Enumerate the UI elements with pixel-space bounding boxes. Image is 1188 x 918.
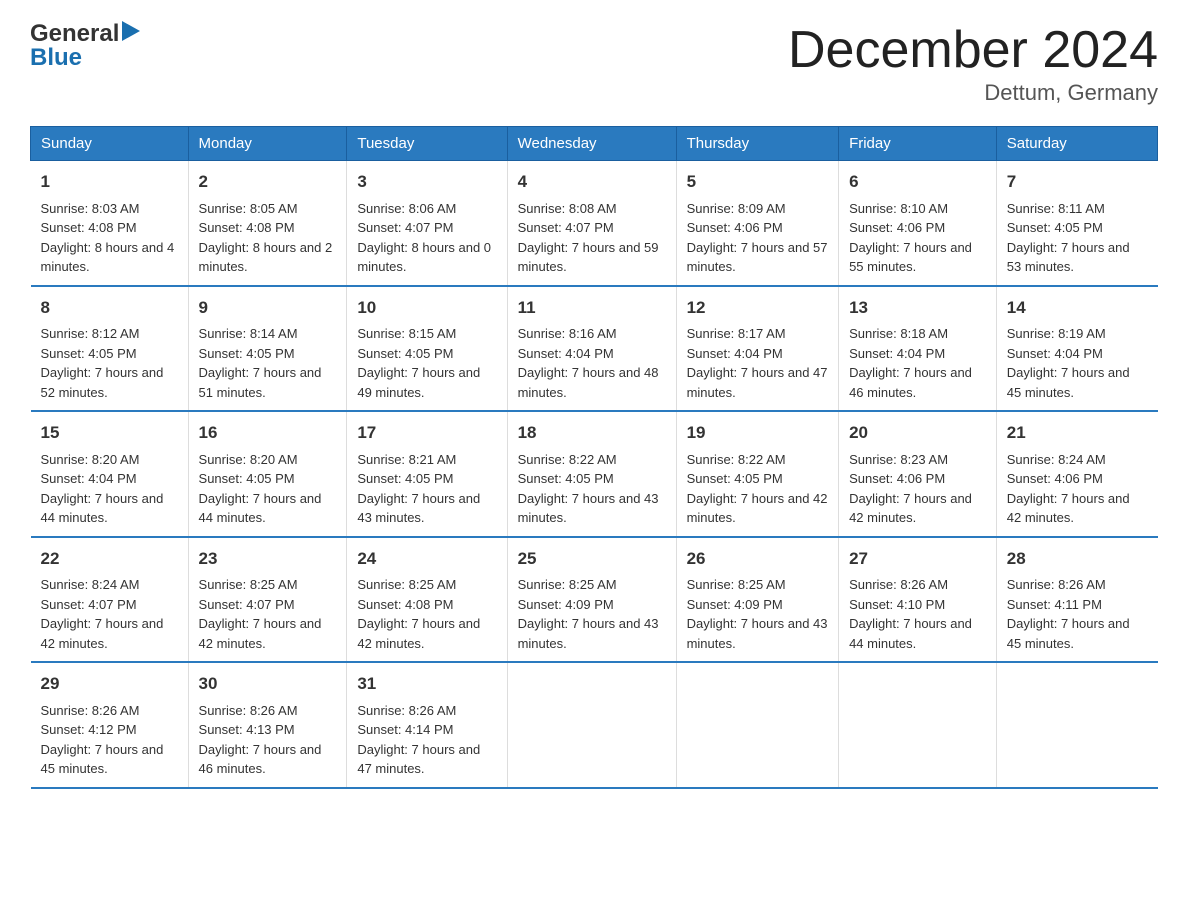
calendar-cell: 7Sunrise: 8:11 AMSunset: 4:05 PMDaylight… [996,161,1157,286]
calendar-cell: 19Sunrise: 8:22 AMSunset: 4:05 PMDayligh… [676,411,838,537]
day-number: 19 [687,420,828,446]
calendar-cell: 2Sunrise: 8:05 AMSunset: 4:08 PMDaylight… [188,161,347,286]
day-number: 18 [518,420,666,446]
calendar-week-row: 1Sunrise: 8:03 AMSunset: 4:08 PMDaylight… [31,161,1158,286]
calendar-cell [996,662,1157,788]
day-number: 25 [518,546,666,572]
day-number: 26 [687,546,828,572]
day-number: 22 [41,546,178,572]
calendar-cell: 23Sunrise: 8:25 AMSunset: 4:07 PMDayligh… [188,537,347,663]
col-saturday: Saturday [996,127,1157,161]
day-number: 21 [1007,420,1148,446]
day-number: 23 [199,546,337,572]
calendar-cell: 27Sunrise: 8:26 AMSunset: 4:10 PMDayligh… [839,537,997,663]
day-number: 9 [199,295,337,321]
calendar-cell: 24Sunrise: 8:25 AMSunset: 4:08 PMDayligh… [347,537,507,663]
calendar-cell: 15Sunrise: 8:20 AMSunset: 4:04 PMDayligh… [31,411,189,537]
calendar-cell: 20Sunrise: 8:23 AMSunset: 4:06 PMDayligh… [839,411,997,537]
header-row: Sunday Monday Tuesday Wednesday Thursday… [31,127,1158,161]
calendar-table: Sunday Monday Tuesday Wednesday Thursday… [30,126,1158,789]
day-number: 4 [518,169,666,195]
day-number: 28 [1007,546,1148,572]
day-number: 29 [41,671,178,697]
day-number: 2 [199,169,337,195]
calendar-week-row: 22Sunrise: 8:24 AMSunset: 4:07 PMDayligh… [31,537,1158,663]
calendar-title: December 2024 [788,20,1158,80]
calendar-cell: 11Sunrise: 8:16 AMSunset: 4:04 PMDayligh… [507,286,676,412]
calendar-cell: 22Sunrise: 8:24 AMSunset: 4:07 PMDayligh… [31,537,189,663]
calendar-cell: 14Sunrise: 8:19 AMSunset: 4:04 PMDayligh… [996,286,1157,412]
logo-blue-text: Blue [30,44,82,72]
calendar-cell: 12Sunrise: 8:17 AMSunset: 4:04 PMDayligh… [676,286,838,412]
calendar-cell: 21Sunrise: 8:24 AMSunset: 4:06 PMDayligh… [996,411,1157,537]
calendar-cell [507,662,676,788]
calendar-cell: 29Sunrise: 8:26 AMSunset: 4:12 PMDayligh… [31,662,189,788]
calendar-cell: 26Sunrise: 8:25 AMSunset: 4:09 PMDayligh… [676,537,838,663]
calendar-cell: 10Sunrise: 8:15 AMSunset: 4:05 PMDayligh… [347,286,507,412]
col-thursday: Thursday [676,127,838,161]
day-number: 12 [687,295,828,321]
calendar-cell: 1Sunrise: 8:03 AMSunset: 4:08 PMDaylight… [31,161,189,286]
day-number: 17 [357,420,496,446]
day-number: 30 [199,671,337,697]
calendar-cell [676,662,838,788]
day-number: 3 [357,169,496,195]
title-block: December 2024 Dettum, Germany [788,20,1158,106]
calendar-week-row: 8Sunrise: 8:12 AMSunset: 4:05 PMDaylight… [31,286,1158,412]
day-number: 6 [849,169,986,195]
day-number: 31 [357,671,496,697]
day-number: 24 [357,546,496,572]
day-number: 1 [41,169,178,195]
calendar-week-row: 29Sunrise: 8:26 AMSunset: 4:12 PMDayligh… [31,662,1158,788]
day-number: 27 [849,546,986,572]
calendar-cell: 30Sunrise: 8:26 AMSunset: 4:13 PMDayligh… [188,662,347,788]
day-number: 20 [849,420,986,446]
col-monday: Monday [188,127,347,161]
calendar-week-row: 15Sunrise: 8:20 AMSunset: 4:04 PMDayligh… [31,411,1158,537]
col-wednesday: Wednesday [507,127,676,161]
day-number: 11 [518,295,666,321]
calendar-cell: 17Sunrise: 8:21 AMSunset: 4:05 PMDayligh… [347,411,507,537]
calendar-cell: 18Sunrise: 8:22 AMSunset: 4:05 PMDayligh… [507,411,676,537]
calendar-cell: 16Sunrise: 8:20 AMSunset: 4:05 PMDayligh… [188,411,347,537]
day-number: 15 [41,420,178,446]
day-number: 16 [199,420,337,446]
day-number: 8 [41,295,178,321]
calendar-cell: 3Sunrise: 8:06 AMSunset: 4:07 PMDaylight… [347,161,507,286]
col-friday: Friday [839,127,997,161]
calendar-cell: 25Sunrise: 8:25 AMSunset: 4:09 PMDayligh… [507,537,676,663]
day-number: 14 [1007,295,1148,321]
calendar-cell [839,662,997,788]
calendar-cell: 28Sunrise: 8:26 AMSunset: 4:11 PMDayligh… [996,537,1157,663]
calendar-cell: 5Sunrise: 8:09 AMSunset: 4:06 PMDaylight… [676,161,838,286]
calendar-cell: 8Sunrise: 8:12 AMSunset: 4:05 PMDaylight… [31,286,189,412]
logo: General Blue [30,20,140,72]
calendar-cell: 6Sunrise: 8:10 AMSunset: 4:06 PMDaylight… [839,161,997,286]
col-tuesday: Tuesday [347,127,507,161]
col-sunday: Sunday [31,127,189,161]
day-number: 5 [687,169,828,195]
day-number: 7 [1007,169,1148,195]
calendar-cell: 13Sunrise: 8:18 AMSunset: 4:04 PMDayligh… [839,286,997,412]
logo-arrow-icon [122,21,140,47]
page-header: General Blue December 2024 Dettum, Germa… [30,20,1158,106]
calendar-cell: 4Sunrise: 8:08 AMSunset: 4:07 PMDaylight… [507,161,676,286]
day-number: 13 [849,295,986,321]
calendar-subtitle: Dettum, Germany [788,80,1158,106]
day-number: 10 [357,295,496,321]
calendar-cell: 9Sunrise: 8:14 AMSunset: 4:05 PMDaylight… [188,286,347,412]
calendar-cell: 31Sunrise: 8:26 AMSunset: 4:14 PMDayligh… [347,662,507,788]
